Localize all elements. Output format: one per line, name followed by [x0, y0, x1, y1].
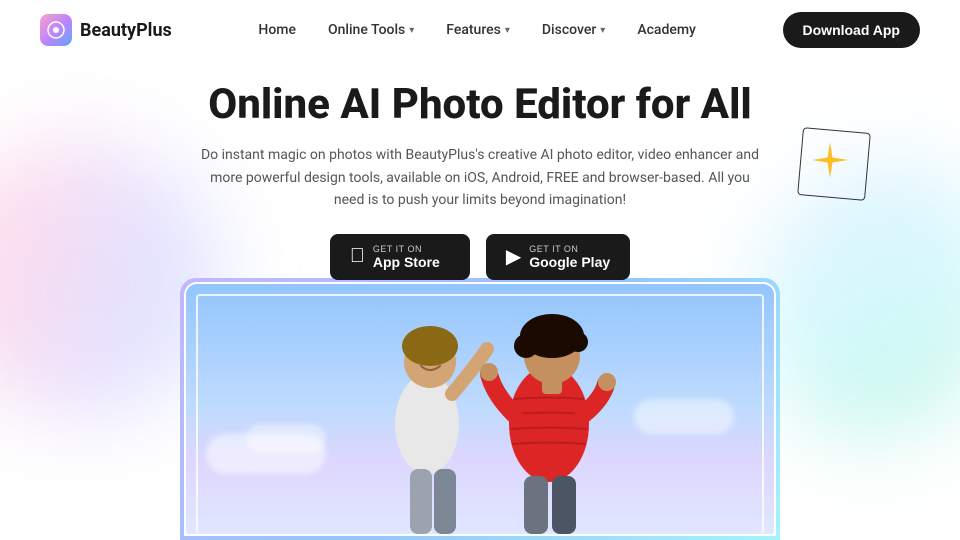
cloud-2	[246, 424, 326, 454]
google-play-small-label: GET IT ON	[529, 244, 578, 254]
nav-links: Home Online Tools ▾ Features ▾ Discover …	[258, 22, 695, 38]
nav-item-features[interactable]: Features ▾	[446, 22, 510, 38]
app-store-label: App Store	[373, 254, 440, 270]
nav-link-home[interactable]: Home	[258, 22, 296, 38]
chevron-down-icon: ▾	[600, 25, 605, 36]
sparkle-icon	[810, 140, 850, 180]
hero-description: Do instant magic on photos with BeautyPl…	[200, 144, 760, 211]
logo-icon	[40, 14, 72, 46]
chevron-down-icon: ▾	[409, 25, 414, 36]
navbar: BeautyPlus Home Online Tools ▾ Features …	[0, 0, 960, 60]
download-app-button[interactable]: Download App	[783, 12, 920, 48]
nav-item-online-tools[interactable]: Online Tools ▾	[328, 22, 414, 38]
browser-frame	[180, 278, 780, 540]
hero-image-section	[180, 278, 780, 540]
nav-link-online-tools[interactable]: Online Tools ▾	[328, 22, 414, 38]
google-play-button[interactable]: ▶ GET IT ON Google Play	[486, 234, 630, 280]
logo[interactable]: BeautyPlus	[40, 14, 172, 46]
cloud-3	[634, 399, 734, 434]
nav-link-features[interactable]: Features ▾	[446, 22, 510, 38]
google-play-label: Google Play	[529, 254, 610, 270]
chevron-down-icon: ▾	[505, 25, 510, 36]
app-store-button[interactable]:  GET IT ON App Store	[330, 234, 470, 280]
browser-inner	[184, 282, 776, 536]
logo-text: BeautyPlus	[80, 20, 172, 41]
person-right	[474, 284, 629, 534]
hero-title: Online AI Photo Editor for All	[40, 80, 920, 130]
store-buttons:  GET IT ON App Store ▶ GET IT ON Google…	[40, 234, 920, 280]
nav-item-home[interactable]: Home	[258, 22, 296, 38]
apple-icon: 	[350, 245, 365, 268]
nav-link-academy[interactable]: Academy	[637, 22, 696, 38]
nav-item-academy[interactable]: Academy	[637, 22, 696, 38]
app-store-small-label: GET IT ON	[373, 244, 422, 254]
google-play-icon: ▶	[506, 244, 521, 269]
hero-photo	[186, 284, 774, 534]
nav-link-discover[interactable]: Discover ▾	[542, 22, 605, 38]
star-decoration	[800, 130, 870, 200]
nav-item-discover[interactable]: Discover ▾	[542, 22, 605, 38]
